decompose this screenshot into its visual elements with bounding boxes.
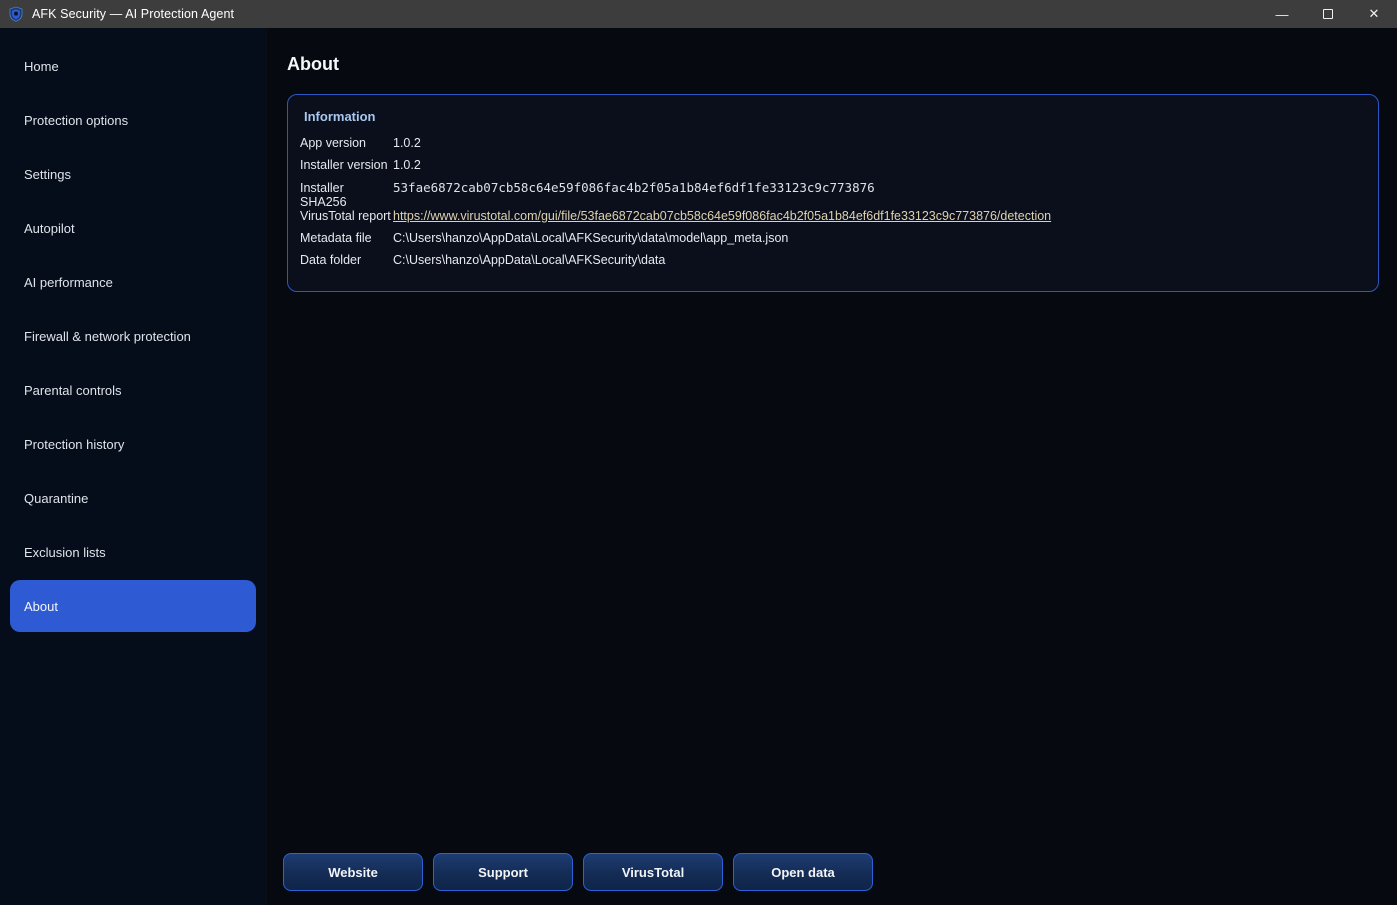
support-button[interactable]: Support	[433, 853, 573, 891]
sidebar-item-settings[interactable]: Settings	[10, 148, 256, 200]
sidebar-item-about[interactable]: About	[10, 580, 256, 632]
sidebar-item-quarantine[interactable]: Quarantine	[10, 472, 256, 524]
info-row-data-folder: Data folder C:\Users\hanzo\AppData\Local…	[300, 253, 1366, 275]
main-content: About Information App version 1.0.2 Inst…	[267, 28, 1397, 905]
information-panel: Information App version 1.0.2 Installer …	[287, 94, 1379, 292]
sidebar-item-ai-performance[interactable]: AI performance	[10, 256, 256, 308]
maximize-button[interactable]	[1305, 0, 1351, 28]
app-shield-icon	[8, 6, 24, 22]
maximize-icon	[1323, 9, 1333, 19]
window-title: AFK Security — AI Protection Agent	[32, 7, 1259, 21]
minimize-button[interactable]: —	[1259, 0, 1305, 28]
info-row-installer-sha256: Installer SHA256 53fae6872cab07cb58c64e5…	[300, 180, 1366, 209]
page-title: About	[287, 54, 1379, 75]
footer-actions: Website Support VirusTotal Open data	[283, 853, 873, 891]
sidebar-item-parental-controls[interactable]: Parental controls	[10, 364, 256, 416]
sidebar-item-autopilot[interactable]: Autopilot	[10, 202, 256, 254]
info-row-virustotal-report: VirusTotal report https://www.virustotal…	[300, 209, 1366, 231]
sidebar-item-exclusion-lists[interactable]: Exclusion lists	[10, 526, 256, 578]
installer-sha256-value: 53fae6872cab07cb58c64e59f086fac4b2f05a1b…	[393, 180, 875, 195]
info-row-app-version: App version 1.0.2	[300, 136, 1366, 158]
row-label: Installer SHA256	[300, 181, 393, 209]
row-label: VirusTotal report	[300, 209, 393, 223]
sidebar-item-protection-history[interactable]: Protection history	[10, 418, 256, 470]
row-label: Installer version	[300, 158, 393, 172]
row-label: Metadata file	[300, 231, 393, 245]
virustotal-button[interactable]: VirusTotal	[583, 853, 723, 891]
sidebar-item-protection-options[interactable]: Protection options	[10, 94, 256, 146]
app-version-value: 1.0.2	[393, 136, 421, 150]
row-label: Data folder	[300, 253, 393, 267]
close-button[interactable]: ✕	[1351, 0, 1397, 28]
row-label: App version	[300, 136, 393, 150]
information-panel-title: Information	[304, 109, 1366, 124]
window-controls: — ✕	[1259, 0, 1397, 28]
virustotal-report-link[interactable]: https://www.virustotal.com/gui/file/53fa…	[393, 209, 1051, 223]
info-row-metadata-file: Metadata file C:\Users\hanzo\AppData\Loc…	[300, 231, 1366, 253]
open-data-button[interactable]: Open data	[733, 853, 873, 891]
titlebar: AFK Security — AI Protection Agent — ✕	[0, 0, 1397, 28]
sidebar-item-firewall-network-protection[interactable]: Firewall & network protection	[10, 310, 256, 362]
sidebar-item-home[interactable]: Home	[10, 40, 256, 92]
metadata-file-value: C:\Users\hanzo\AppData\Local\AFKSecurity…	[393, 231, 788, 245]
installer-version-value: 1.0.2	[393, 158, 421, 172]
website-button[interactable]: Website	[283, 853, 423, 891]
info-row-installer-version: Installer version 1.0.2	[300, 158, 1366, 180]
data-folder-value: C:\Users\hanzo\AppData\Local\AFKSecurity…	[393, 253, 665, 267]
sidebar: Home Protection options Settings Autopil…	[0, 28, 267, 905]
